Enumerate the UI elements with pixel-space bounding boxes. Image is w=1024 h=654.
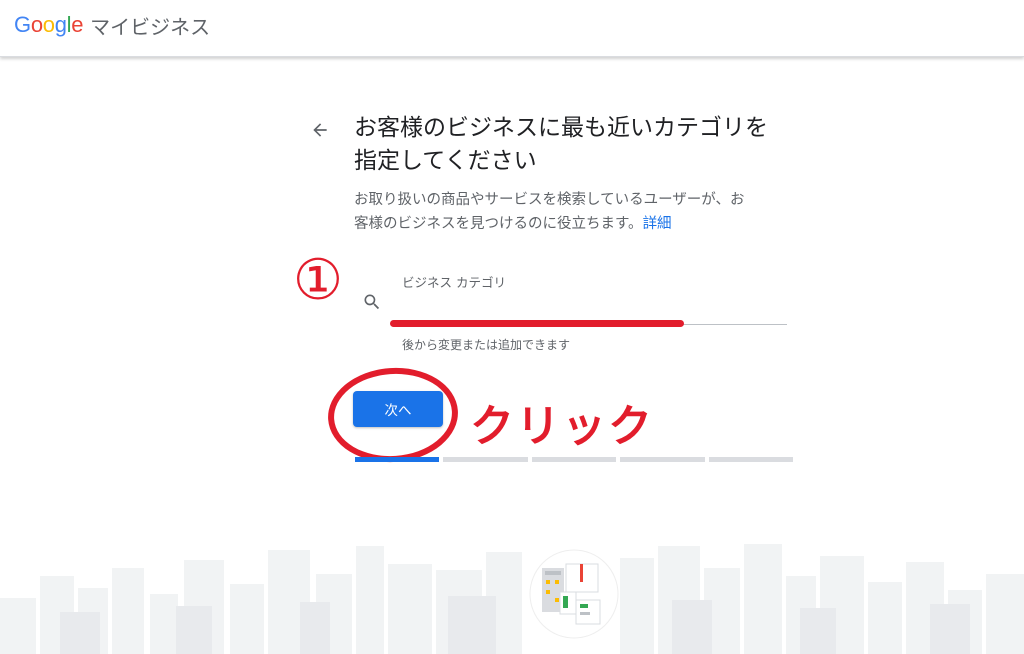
progress-step bbox=[355, 457, 440, 462]
annotation-underline-stroke bbox=[390, 320, 684, 327]
progress-step bbox=[708, 457, 793, 462]
next-button[interactable]: 次へ bbox=[353, 391, 443, 427]
google-my-business-logo[interactable]: Google マイビジネス bbox=[14, 10, 210, 40]
city-skyline-illustration bbox=[0, 544, 1024, 654]
description-line-1: お取り扱いの商品やサービスを検索しているユーザーが、お bbox=[354, 192, 745, 208]
progress-step bbox=[443, 457, 528, 462]
arrow-back-icon bbox=[313, 123, 327, 137]
category-helper-text: 後から変更または追加できます bbox=[402, 338, 571, 352]
page-description: お取り扱いの商品やサービスを検索しているユーザーが、お 客様のビジネスを見つける… bbox=[354, 188, 804, 236]
logo-letter: e bbox=[71, 12, 84, 37]
category-search-input[interactable] bbox=[392, 290, 800, 316]
logo-letter: g bbox=[54, 12, 67, 37]
product-name: マイビジネス bbox=[90, 14, 211, 39]
google-wordmark: Google bbox=[14, 12, 83, 38]
page-title: お客様のビジネスに最も近いカテゴリを 指定してください bbox=[354, 112, 804, 178]
logo-letter: G bbox=[14, 12, 31, 37]
logo-letter: o bbox=[42, 12, 55, 37]
details-link[interactable]: 詳細 bbox=[643, 216, 672, 232]
title-line-1: お客様のビジネスに最も近いカテゴリを bbox=[354, 115, 768, 141]
logo-letter: o bbox=[30, 12, 43, 37]
title-line-2: 指定してください bbox=[354, 148, 537, 174]
progress-step bbox=[531, 457, 617, 462]
annotation-step-number: ① bbox=[292, 248, 344, 313]
back-button[interactable] bbox=[306, 116, 334, 144]
search-icon bbox=[364, 294, 380, 310]
description-line-2: 客様のビジネスを見つけるのに役立ちます。 bbox=[354, 216, 643, 232]
annotation-click-label: クリック bbox=[470, 401, 654, 452]
category-field-label: ビジネス カテゴリ bbox=[402, 275, 506, 290]
progress-step bbox=[620, 457, 705, 462]
step-progress-bar bbox=[355, 457, 793, 462]
top-app-bar: Google マイビジネス bbox=[0, 0, 1024, 57]
